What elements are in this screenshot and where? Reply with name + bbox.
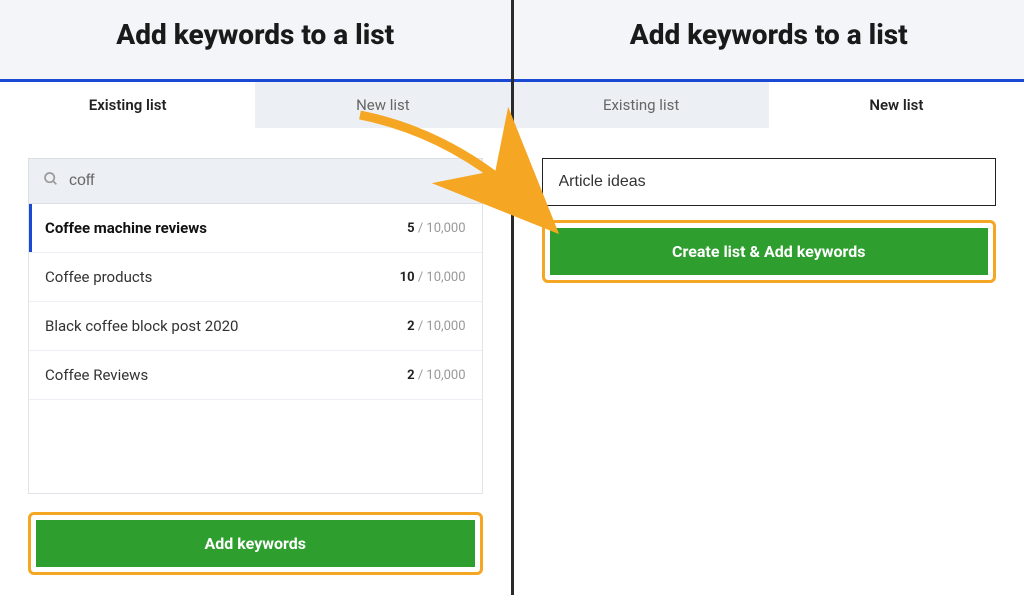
highlight-frame: Add keywords [28, 512, 483, 575]
list-name-input[interactable] [542, 158, 997, 206]
list-item[interactable]: Coffee products 10 / 10,000 [29, 253, 482, 302]
list-item[interactable]: Black coffee block post 2020 2 / 10,000 [29, 302, 482, 351]
header-right: Add keywords to a list [514, 0, 1024, 79]
add-keywords-button[interactable]: Add keywords [35, 519, 476, 568]
search-field[interactable]: × [28, 158, 483, 204]
list-item[interactable]: Coffee Reviews 2 / 10,000 [29, 351, 482, 400]
create-list-button[interactable]: Create list & Add keywords [549, 227, 990, 276]
tab-new-list-right[interactable]: New list [769, 82, 1024, 128]
tabs-left: Existing list New list [0, 79, 511, 128]
search-input[interactable] [69, 172, 451, 190]
page-title-right: Add keywords to a list [524, 18, 1015, 51]
list-item-count: 10 / 10,000 [400, 270, 466, 285]
list-item-name: Coffee products [45, 268, 152, 286]
list-item-count: 5 / 10,000 [407, 221, 465, 236]
tabs-right: Existing list New list [514, 79, 1024, 128]
tab-new-list-left[interactable]: New list [255, 82, 510, 128]
list-item-count: 2 / 10,000 [407, 368, 465, 383]
panel-existing-list: Add keywords to a list Existing list New… [0, 0, 514, 595]
keyword-list: Coffee machine reviews 5 / 10,000 Coffee… [28, 204, 483, 494]
highlight-frame: Create list & Add keywords [542, 220, 997, 283]
list-item[interactable]: Coffee machine reviews 5 / 10,000 [29, 204, 482, 253]
tab-existing-list-left[interactable]: Existing list [0, 82, 255, 128]
tab-existing-list-right[interactable]: Existing list [514, 82, 769, 128]
page-title-left: Add keywords to a list [10, 18, 501, 51]
panel-new-list: Add keywords to a list Existing list New… [514, 0, 1024, 595]
list-item-name: Coffee Reviews [45, 366, 148, 384]
list-item-name: Black coffee block post 2020 [45, 317, 238, 335]
clear-icon[interactable]: × [451, 172, 468, 191]
search-icon [43, 171, 69, 191]
header-left: Add keywords to a list [0, 0, 511, 79]
list-item-count: 2 / 10,000 [407, 319, 465, 334]
list-item-name: Coffee machine reviews [45, 219, 207, 237]
